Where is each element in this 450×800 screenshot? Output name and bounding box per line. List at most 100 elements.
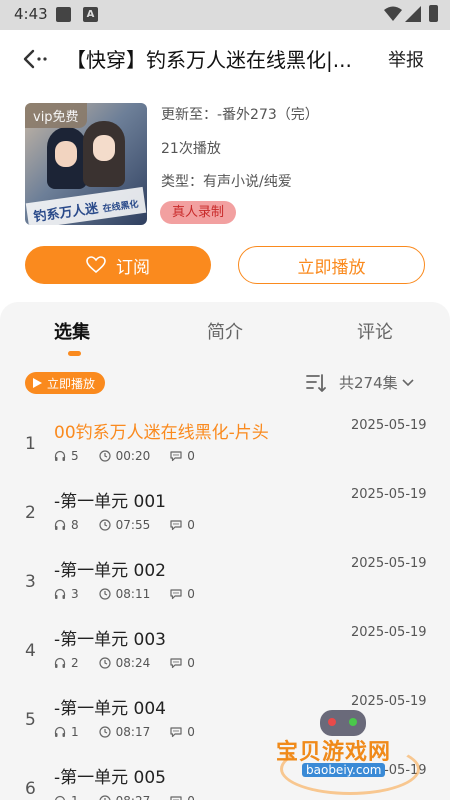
episode-title: -第一单元 004 [54,699,166,719]
real-voice-tag: 真人录制 [160,201,237,224]
tab-episodes[interactable]: 选集 [54,318,90,344]
cover-face [93,135,115,161]
headphone-icon [54,726,66,737]
episode-date: 2025-05-19 [351,487,427,502]
comment-icon [170,589,182,600]
episode-duration: 08:24 [115,656,151,670]
episode-count-selector[interactable]: 共274集 [339,372,414,393]
episode-row[interactable]: 1 00钓系万人迷在线黑化-片头 2025-05-19 5 00:20 0 [0,418,450,487]
episode-title: -第一单元 001 [54,492,166,512]
episode-date: 2025-05-19 [351,625,427,640]
clock-icon [99,450,111,462]
episode-plays: 5 [71,449,79,463]
clock-icon [99,588,111,600]
clock-icon [99,657,111,669]
episode-date: 2025-05-19 [351,556,427,571]
clock-icon [99,795,111,800]
episode-number: 3 [25,572,36,592]
episode-date: 2025-05-19 [351,418,427,433]
comment-icon [170,451,182,462]
episode-duration: 08:27 [116,794,151,800]
battery-icon [429,5,438,22]
episode-count: 共274集 [339,374,398,392]
watermark-url: baobeiy.com [302,763,386,777]
notification-icon [56,7,71,22]
back-icon[interactable] [20,45,50,73]
headphone-icon [54,450,66,461]
episode-comments: 0 [187,449,195,463]
update-status: 更新至：-番外273（完） [161,107,319,123]
play-all-chip[interactable]: 立即播放 [25,372,106,394]
comment-icon [170,658,182,669]
episode-duration: 00:20 [115,449,151,463]
play-count: 21次播放 [161,141,221,157]
status-time: 4:43 [14,5,48,23]
subscribe-button[interactable]: 订阅 [25,246,211,284]
headphone-icon [55,795,65,800]
episode-row[interactable]: 4 -第一单元 003 2025-05-19 2 08:24 0 [0,625,450,694]
episode-row[interactable]: 3 -第一单元 002 2025-05-19 3 08:11 0 [0,556,450,625]
episode-meta: 1 08:17 0 [54,725,215,739]
episode-meta: 5 00:20 0 [54,449,215,463]
signal-icon [405,6,421,22]
vip-free-badge: vip免费 [25,103,87,128]
play-now-button[interactable]: 立即播放 [238,246,425,284]
episode-title: -第一单元 005 [54,768,166,788]
site-watermark: 宝贝游戏网 baobeiy.com [270,708,430,798]
gamepad-icon [320,710,366,736]
comment-icon [170,796,182,800]
episode-duration: 08:11 [115,587,151,601]
episode-comments: 0 [187,725,195,739]
clock-icon [99,519,111,531]
tab-intro[interactable]: 简介 [207,318,243,344]
clock-icon [99,726,111,738]
episode-number: 1 [25,434,36,454]
headphone-icon [54,519,66,530]
notification-a-icon: A [83,7,98,22]
episode-comments: 0 [187,518,195,532]
wifi-icon [384,6,402,21]
episode-number: 6 [25,779,36,799]
episode-number: 4 [25,641,36,661]
episode-plays: 2 [71,656,79,670]
top-bar: 【快穿】钓系万人迷在线黑化|... 举报 [0,30,450,86]
episode-duration: 07:55 [115,518,151,532]
heart-icon [86,256,106,274]
episode-meta: 1 08:27 0 [54,794,215,800]
comment-icon [170,727,182,738]
episode-number: 5 [25,710,36,730]
sort-icon[interactable] [305,372,327,394]
episode-comments: 0 [187,587,195,601]
episode-title: 00钓系万人迷在线黑化-片头 [54,423,269,443]
episode-duration: 08:17 [115,725,151,739]
episode-number: 2 [25,503,36,523]
tab-comments[interactable]: 评论 [357,318,393,344]
episode-meta: 2 08:24 0 [54,656,215,670]
episode-plays: 1 [71,794,79,800]
status-bar: 4:43 A [0,0,450,30]
watermark-text: 宝贝游戏网 [276,740,392,765]
play-all-label: 立即播放 [47,376,96,391]
episode-row[interactable]: 2 -第一单元 001 2025-05-19 8 07:55 0 [0,487,450,556]
episode-comments: 0 [187,794,195,800]
cover-face [55,141,77,167]
page-title: 【快穿】钓系万人迷在线黑化|... [66,48,352,72]
book-cover: 钓系万人迷 在线黑化 vip免费 [25,103,147,225]
episode-plays: 3 [71,587,79,601]
episode-meta: 3 08:11 0 [54,587,215,601]
episode-plays: 1 [71,725,79,739]
episode-plays: 8 [71,518,79,532]
episode-title: -第一单元 003 [54,630,166,650]
episode-title: -第一单元 002 [54,561,166,581]
chevron-down-icon [402,378,414,386]
headphone-icon [54,588,66,599]
book-type: 类型：有声小说/纯爱 [161,174,292,190]
comment-icon [170,520,182,531]
subscribe-label: 订阅 [116,257,150,278]
episode-date: 2025-05-19 [351,694,427,709]
headphone-icon [54,657,66,668]
active-tab-indicator [68,351,81,356]
play-icon [33,378,42,388]
episode-meta: 8 07:55 0 [54,518,215,532]
report-button[interactable]: 举报 [388,46,424,72]
